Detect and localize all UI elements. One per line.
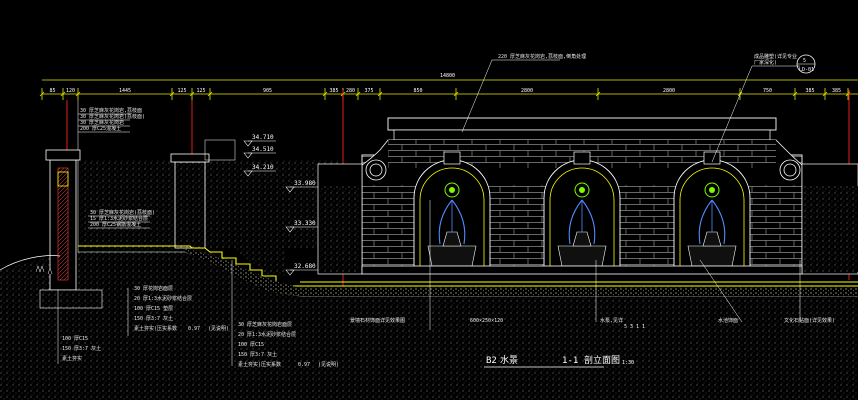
- note-pool-3: 100 厚C15: [238, 342, 264, 348]
- middle-pier: [174, 161, 206, 249]
- note-cap-2: 30 厚芝麻灰花岗岩(荔枝面): [80, 113, 145, 120]
- dimension-top-row: [42, 79, 858, 95]
- elevation-value: 33.980: [294, 180, 316, 187]
- note-wall-2: 15 厚1:3水泥砂浆结合层: [90, 215, 148, 222]
- dimension-label: 125: [196, 88, 205, 94]
- left-column-cap: [45, 149, 81, 161]
- note-cap-3: 30 厚芝麻灰花岗岩: [80, 119, 124, 126]
- dimension-labels: 85 120 1445 125 125 905 385 280 375 850 2800 2800 75…: [49, 88, 841, 94]
- title-text: 水景: [500, 354, 518, 366]
- feature-wall-base: [361, 265, 803, 275]
- note-base-2: 150 厚3:7 灰土: [62, 345, 101, 352]
- elevation-value: 33.330: [294, 220, 316, 227]
- note-stair-1: 30 厚花岗岩面层: [134, 285, 173, 292]
- title-code: B2: [486, 356, 497, 366]
- drawing-scale: 1:30: [622, 360, 634, 366]
- note-base-1: 100 厚C15: [62, 336, 88, 342]
- low-wall-right-fill: [804, 186, 858, 272]
- dimension-label: 385: [329, 88, 338, 94]
- note-bottom-c: 水泵,见详: [600, 317, 623, 324]
- note-pool-5c: (见说明): [318, 361, 339, 368]
- note-stair-5: 素土夯实(压实系数: [134, 325, 177, 332]
- detail-callout: 5 LD-01: [796, 54, 816, 74]
- note-wall-1: 30 厚芝麻灰花岗岩(荔枝面): [90, 209, 155, 216]
- note-cap-4: 200 厚C25混凝土: [80, 125, 121, 132]
- overall-dimension: 14800: [440, 73, 455, 79]
- note-pool-5: 素土夯实(压实系数: [238, 361, 281, 368]
- note-bottom-d: 5 3 1 1: [624, 324, 645, 330]
- gravel-layer: [300, 288, 858, 296]
- note-leader-top: 220 厚芝麻灰花岗岩,荔枝面,倒角处理: [498, 53, 586, 60]
- note-stair-3: 100 厚C15 垫层: [134, 305, 173, 312]
- note-stair-4: 150 厚3:7 灰土: [134, 315, 173, 322]
- elevation-value: 34.510: [252, 146, 274, 153]
- feature-wall-top-band: [387, 117, 777, 131]
- dimension-label: 1445: [119, 88, 131, 94]
- dimension-label: 280: [346, 88, 355, 94]
- dimension-label: 750: [763, 88, 772, 94]
- dimension-label: 375: [364, 88, 373, 94]
- left-column-hatch: [57, 167, 69, 281]
- cad-section-drawing: 85 120 1445 125 125 905 385 280 375 850 2800 2800 75…: [0, 53, 858, 400]
- note-stair-5b: 0.97: [188, 326, 200, 332]
- dimension-label: 385: [805, 88, 814, 94]
- dimension-label: 385: [832, 88, 841, 94]
- feature-wall-crown: [393, 129, 771, 141]
- niche-group: [413, 151, 751, 269]
- note-bottom-b: 600×250×120: [470, 318, 503, 324]
- elevation-value: 34.710: [252, 134, 274, 141]
- note-base-3: 素土夯实: [62, 355, 82, 362]
- note-pool-5b: 0.97: [298, 362, 310, 368]
- dimension-label: 2800: [663, 88, 675, 94]
- dimension-label: 85: [49, 88, 55, 94]
- elevation-marker: 32.680: [285, 263, 318, 276]
- dimension-label: 850: [413, 88, 422, 94]
- low-wall-left-fill: [320, 186, 360, 272]
- note-stair-2: 20 厚1:3水泥砂浆结合层: [134, 295, 192, 302]
- detail-sheet: LD-01: [799, 67, 814, 73]
- middle-pier-cap: [170, 153, 210, 163]
- elevation-value: 32.680: [294, 263, 316, 270]
- note-pool-2: 20 厚1:3水泥砂浆结合层: [238, 331, 296, 338]
- note-right-1: 成品雕塑(详见专业: [754, 53, 797, 60]
- pier-cap-2: [204, 139, 236, 161]
- left-footing: [39, 289, 103, 309]
- note-pool-1: 30 厚芝麻灰花岗岩面层: [238, 321, 292, 328]
- elevation-value: 34.210: [252, 164, 274, 171]
- dimension-label: 125: [177, 88, 186, 94]
- elevation-marker: 34.710: [243, 134, 276, 147]
- note-stair-5c: (见说明): [208, 325, 229, 332]
- note-bottom-e: 水池饰面: [718, 317, 738, 324]
- note-bottom-a: 景墙石材饰面详见效果图: [350, 317, 405, 324]
- note-bottom-f: 文化石贴面(详见效果): [784, 317, 835, 324]
- note-pool-4: 150 厚3:7 灰土: [238, 351, 277, 358]
- note-right-2: 厂家深化): [754, 59, 777, 66]
- elevation-marker: 34.510: [243, 146, 276, 159]
- note-wall-3: 200 厚C25钢筋混凝土: [90, 221, 141, 228]
- note-cap-1: 30 厚芝麻灰花岗岩,荔枝面: [80, 107, 142, 114]
- dimension-label: 2800: [521, 88, 533, 94]
- section-mark: 1-1: [562, 356, 578, 366]
- dimension-label: 120: [66, 88, 75, 94]
- dimension-label: 905: [263, 88, 272, 94]
- section-name: 剖立面图: [584, 354, 620, 366]
- detail-index: 5: [803, 58, 806, 64]
